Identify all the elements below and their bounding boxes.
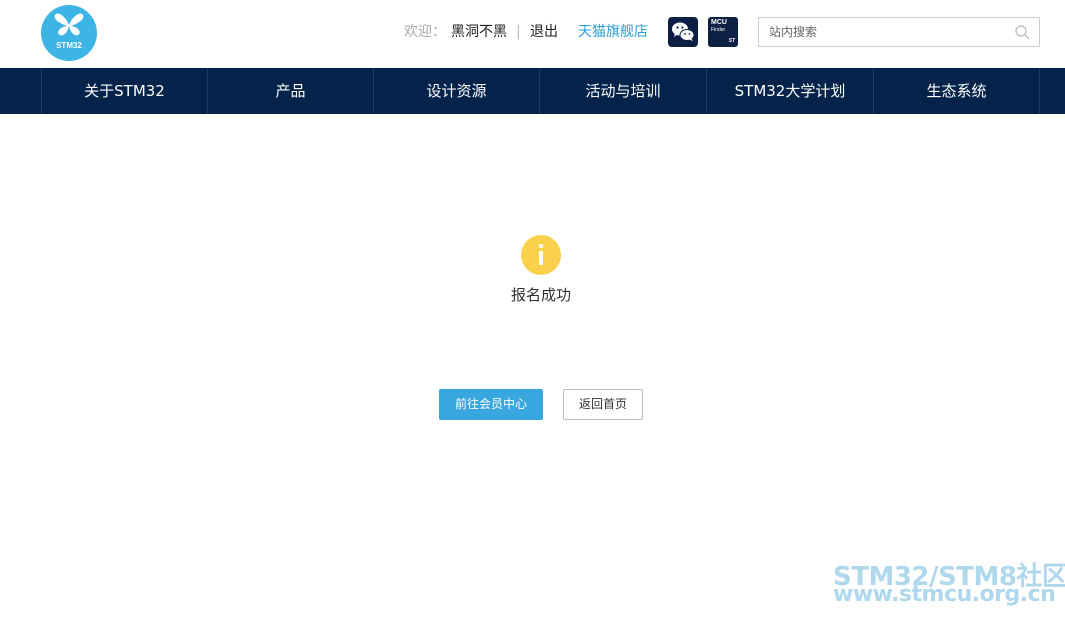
nav-item-design-resources[interactable]: 设计资源	[373, 68, 539, 114]
logo-text: STM32	[56, 41, 82, 50]
status-message: 报名成功	[510, 286, 571, 304]
info-icon	[521, 235, 561, 275]
watermark-url: www.stmcu.org.cn	[833, 582, 1056, 607]
st-logo-text: ST	[728, 38, 735, 44]
mcu-finder-line2: Finder	[711, 27, 726, 33]
welcome-label: 欢迎：	[404, 24, 446, 40]
nav-item-university[interactable]: STM32大学计划	[706, 68, 873, 114]
wechat-icon[interactable]	[668, 17, 698, 47]
member-center-button[interactable]: 前往会员中心	[439, 389, 543, 420]
nav-item-ecosystem[interactable]: 生态系统	[873, 68, 1040, 114]
tmall-store-link[interactable]: 天猫旗舰店	[578, 22, 648, 42]
back-home-button[interactable]: 返回首页	[563, 389, 643, 420]
search-input[interactable]	[759, 18, 1009, 46]
username-link[interactable]: 黑洞不黑	[451, 22, 507, 42]
divider: |	[516, 24, 521, 40]
site-search	[758, 17, 1040, 47]
mcu-finder-icon[interactable]: MCU Finder ST	[708, 17, 738, 47]
search-icon[interactable]	[1015, 25, 1030, 40]
nav-item-events-training[interactable]: 活动与培训	[539, 68, 706, 114]
nav-item-products[interactable]: 产品	[207, 68, 373, 114]
logout-link[interactable]: 退出	[530, 22, 558, 42]
butterfly-icon	[54, 13, 84, 36]
mcu-finder-line1: MCU	[711, 19, 727, 26]
main-nav: 关于STM32 产品 设计资源 活动与培训 STM32大学计划 生态系统	[0, 68, 1065, 114]
nav-item-about[interactable]: 关于STM32	[41, 68, 207, 114]
stm32-logo[interactable]: STM32	[41, 5, 97, 61]
site-header: STM32 欢迎： 黑洞不黑 | 退出 天猫旗舰店 MCU Finder ST	[0, 0, 1065, 68]
